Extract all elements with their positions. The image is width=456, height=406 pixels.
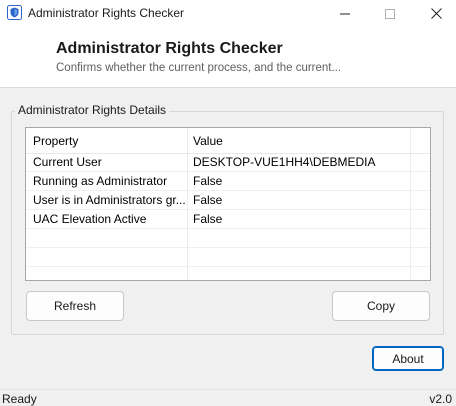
empty-row [26,267,430,280]
table-row[interactable]: UAC Elevation Active False [26,210,430,229]
about-button[interactable]: About [372,346,444,371]
cell-value: False [193,212,223,226]
list-header: Property Value [26,128,430,154]
close-icon [430,8,442,19]
window-title: Administrator Rights Checker [28,6,185,20]
group-label: Administrator Rights Details [15,103,170,117]
table-row[interactable]: Running as Administrator False [26,172,430,191]
column-header-value[interactable]: Value [193,128,413,154]
status-bar: Ready v2.0 [0,389,456,406]
cell-value: DESKTOP-VUE1HH4\DEBMEDIA [193,155,376,169]
details-list-view[interactable]: Property Value Current User DESKTOP-VUE1… [25,127,431,281]
maximize-icon [385,8,395,19]
header-subtitle: Confirms whether the current process, an… [56,62,342,74]
minimize-icon [340,13,350,14]
maximize-button[interactable] [373,0,407,27]
cell-property: User is in Administrators gr... [33,193,186,207]
table-row[interactable]: User is in Administrators gr... False [26,191,430,210]
header-title: Administrator Rights Checker [56,40,283,57]
status-text: Ready [2,392,37,406]
cell-property: Running as Administrator [33,174,168,188]
copy-button[interactable]: Copy [332,291,430,321]
close-button[interactable] [419,0,453,27]
cell-property: UAC Elevation Active [33,212,147,226]
empty-row [26,229,430,248]
column-header-property[interactable]: Property [33,128,186,154]
cell-property: Current User [33,155,102,169]
refresh-button[interactable]: Refresh [26,291,124,321]
shield-app-icon [7,5,22,20]
minimize-button[interactable] [328,0,362,27]
header-panel: Administrator Rights Checker Confirms wh… [0,27,456,88]
cell-value: False [193,193,223,207]
cell-value: False [193,174,223,188]
table-row[interactable]: Current User DESKTOP-VUE1HH4\DEBMEDIA [26,153,430,172]
title-bar: Administrator Rights Checker [0,0,456,27]
empty-row [26,248,430,267]
version-label: v2.0 [429,392,452,406]
